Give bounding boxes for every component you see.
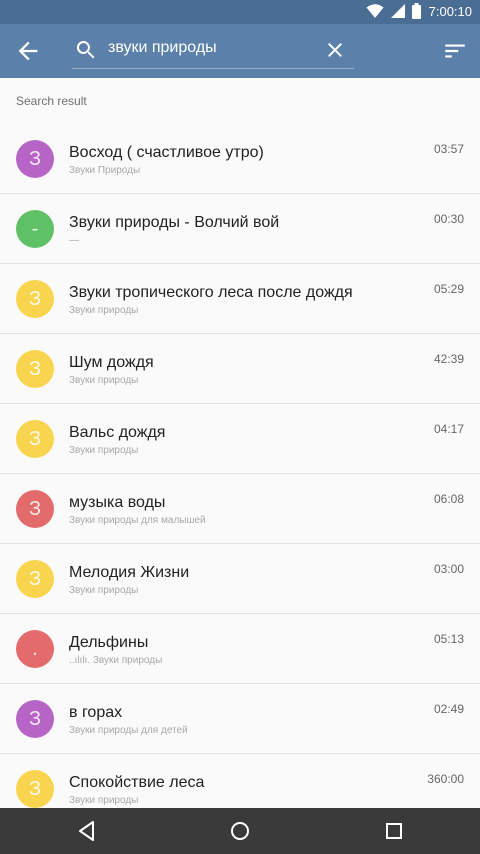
track-artist: Звуки природы для малышей: [69, 515, 206, 526]
track-artist: —: [69, 235, 79, 246]
track-title: Дельфины: [69, 634, 149, 651]
navigation-bar: [0, 808, 480, 854]
app-bar: [0, 24, 480, 78]
avatar: З: [16, 560, 54, 598]
track-duration: 06:08: [433, 492, 464, 506]
avatar: З: [16, 770, 54, 808]
sort-icon[interactable]: [442, 38, 468, 64]
track-duration: 03:57: [433, 142, 464, 156]
track-artist: Звуки природы: [69, 445, 139, 456]
track-title: Мелодия Жизни: [69, 564, 190, 581]
track-duration: 360:00: [427, 772, 464, 786]
track-title: Вальс дождя: [69, 424, 166, 441]
list-item[interactable]: З Вальс дождя Звуки природы 04:17: [0, 404, 480, 474]
avatar: З: [16, 350, 54, 388]
list-item[interactable]: З Мелодия Жизни Звуки природы 03:00: [0, 544, 480, 614]
status-time: 7:00:10: [428, 3, 472, 19]
track-artist: Звуки природы: [69, 795, 139, 806]
list-item[interactable]: Змузыка воды Звуки природы для малышей 06:…: [0, 474, 480, 544]
track-title: Звуки тропического леса после дождя: [69, 284, 353, 301]
track-title: Звуки природы - Волчий вой: [69, 214, 280, 231]
list-item[interactable]: З Шум дождя Звуки природы 42:39: [0, 334, 480, 404]
track-artist: Звуки природы для детей: [69, 725, 188, 736]
battery-icon: [411, 3, 421, 19]
track-artist: Звуки Природы: [69, 165, 141, 176]
list-item[interactable]: - Звуки природы - Волчий вой — 00:30: [0, 194, 480, 264]
search-icon: [76, 41, 95, 59]
track-artist: ..ılılı. Звуки природы: [69, 655, 163, 666]
track-title: в горах: [69, 704, 123, 721]
track-list: З Восход ( счастливое утро) Звуки Природы 0…: [0, 124, 480, 824]
track-duration: 05:13: [433, 632, 464, 646]
back-triangle-icon[interactable]: [75, 819, 99, 843]
avatar: З: [16, 280, 54, 318]
search-box: [72, 32, 354, 69]
avatar: З: [16, 490, 54, 528]
home-circle-icon[interactable]: [228, 819, 252, 843]
track-artist: Звуки природы: [69, 305, 139, 316]
avatar: .: [16, 630, 54, 668]
list-item[interactable]: З Звуки тропического леса после дождя Звук…: [0, 264, 480, 334]
close-icon[interactable]: [323, 38, 347, 62]
list-item[interactable]: З Восход ( счастливое утро) Звуки Природы 0…: [0, 124, 480, 194]
track-title: Спокойствие леса: [69, 774, 205, 791]
recents-square-icon[interactable]: [382, 819, 406, 843]
avatar: -: [16, 210, 54, 248]
avatar: З: [16, 140, 54, 178]
track-duration: 00:30: [433, 212, 464, 226]
list-item[interactable]: Зв горах Звуки природы для детей 02:49: [0, 684, 480, 754]
track-title: Шум дождя: [69, 354, 154, 371]
track-title: музыка воды: [69, 494, 166, 511]
wifi-icon: [366, 4, 384, 18]
track-duration: 04:17: [433, 422, 464, 436]
track-title: Восход ( счастливое утро): [69, 144, 264, 161]
section-label: Search result: [16, 94, 87, 108]
track-duration: 42:39: [433, 352, 464, 366]
track-artist: Звуки природы: [69, 585, 139, 596]
track-artist: Звуки природы: [69, 375, 139, 386]
avatar: З: [16, 420, 54, 458]
track-duration: 05:29: [433, 282, 464, 296]
search-input[interactable]: [108, 39, 308, 57]
list-item[interactable]: . Дельфины ..ılılı. Звуки природы 05:13: [0, 614, 480, 684]
back-arrow-icon[interactable]: [14, 37, 42, 65]
status-icons: 7:00:10: [366, 3, 472, 19]
avatar: З: [16, 700, 54, 738]
signal-icon: [390, 4, 405, 18]
track-duration: 02:49: [433, 702, 464, 716]
track-duration: 03:00: [433, 562, 464, 576]
status-bar: 7:00:10: [0, 0, 480, 24]
